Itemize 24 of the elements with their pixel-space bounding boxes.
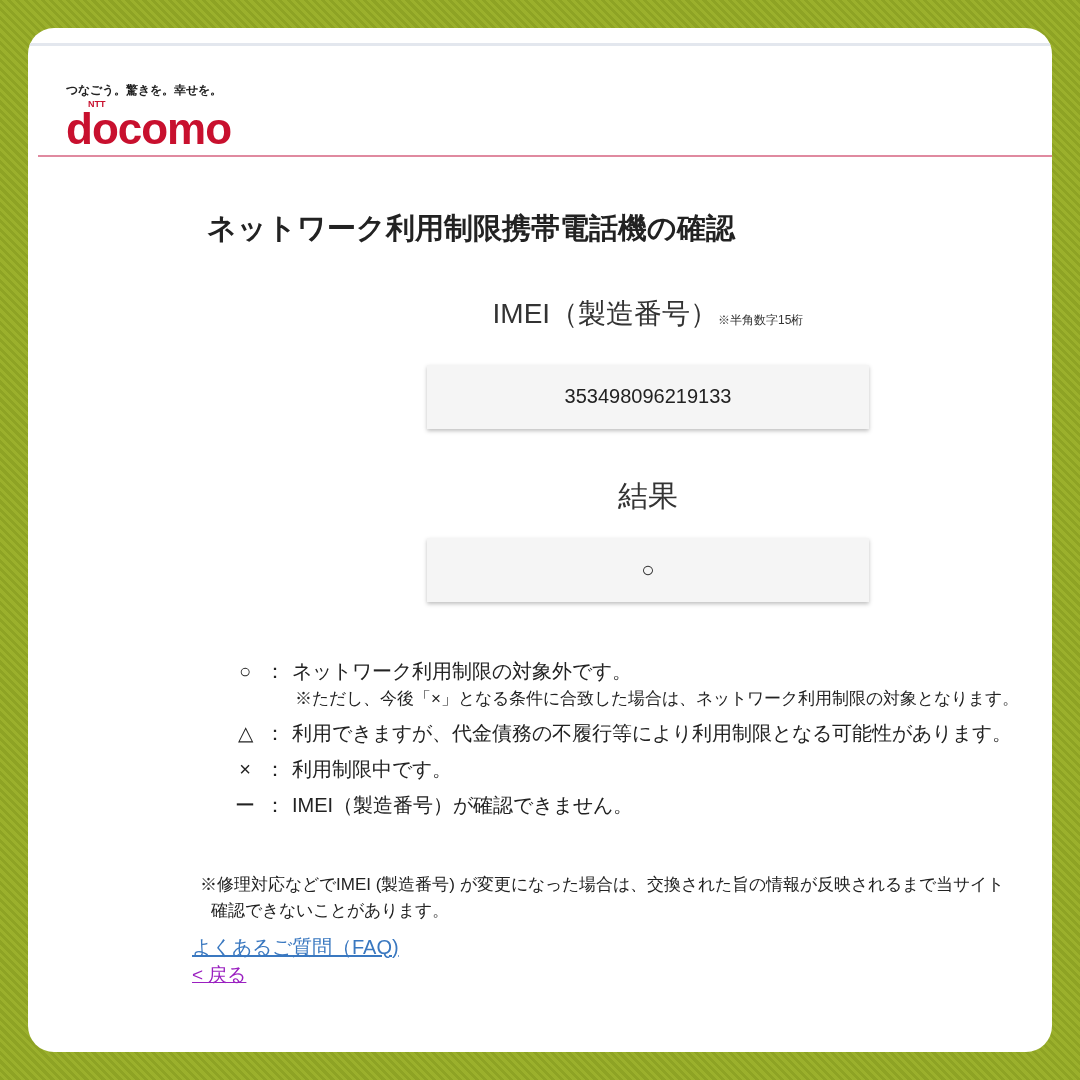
legend-separator: ：: [264, 756, 286, 782]
legend-note: ※ただし、今後「×」となる条件に合致した場合は、ネットワーク利用制限の対象となります。: [295, 687, 1020, 710]
docomo-logo: NTT docomo: [66, 100, 233, 149]
legend-symbol: △: [236, 720, 254, 746]
legend-separator: ：: [264, 720, 286, 746]
imei-note: ※半角数字15桁: [718, 311, 804, 329]
imei-label: IMEI（製造番号）: [492, 296, 719, 331]
legend-separator: ：: [264, 792, 286, 818]
legend-separator: ：: [264, 658, 286, 684]
legend-symbol: ー: [234, 792, 256, 818]
result-field: ○: [427, 537, 869, 602]
text-link[interactable]: < 戻る: [192, 960, 247, 988]
legend-text: ネットワーク利用制限の対象外です。: [292, 658, 632, 684]
legend-symbol: ○: [237, 658, 253, 684]
tagline: つなごう。驚きを。幸せを。: [66, 84, 223, 96]
legend-text: 利用できますが、代金債務の不履行等により利用制限となる可能性があります。: [292, 720, 1012, 746]
text-link[interactable]: よくあるご質問（FAQ): [192, 933, 399, 961]
imei-field[interactable]: 353498096219133: [427, 364, 869, 429]
legend-text: IMEI（製造番号）が確認できません。: [292, 792, 634, 818]
footnote: ※修理対応などでIMEI (製造番号) が変更になった場合は、交換された旨の情報が反映されるまで当サイト 確認できないことがあります。: [200, 873, 1005, 922]
legend-text: 利用制限中です。: [292, 756, 452, 782]
result-label: 結果: [618, 477, 678, 514]
legend-symbol: ×: [238, 756, 252, 782]
page-title: ネットワーク利用制限携帯電話機の確認: [207, 211, 737, 246]
